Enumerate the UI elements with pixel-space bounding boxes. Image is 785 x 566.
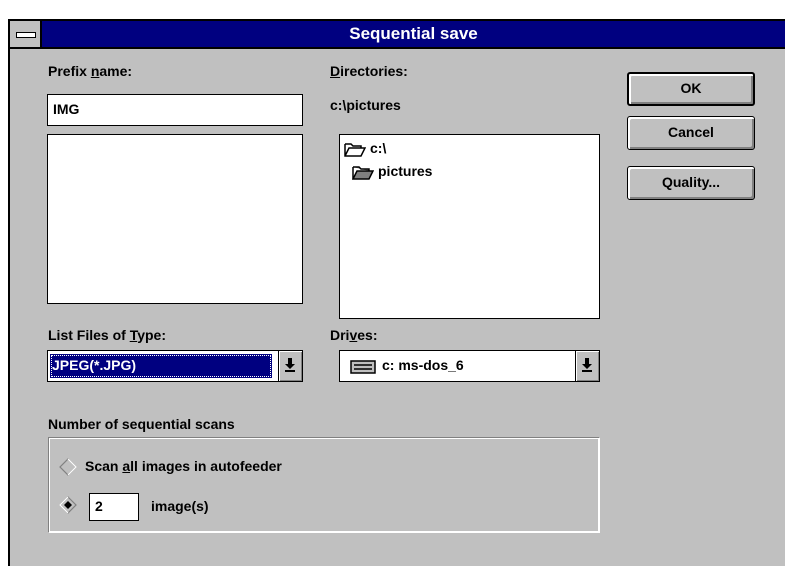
scan-count-value: 2 xyxy=(95,498,103,514)
radio-diamond-selected-icon xyxy=(59,496,77,514)
scan-count-suffix: image(s) xyxy=(151,498,209,514)
file-type-selection-highlight: JPEG(*.JPG) xyxy=(50,354,272,378)
radio-diamond-icon xyxy=(59,458,77,476)
scan-count-option[interactable] xyxy=(59,494,79,516)
file-type-dropdown[interactable]: JPEG(*.JPG) xyxy=(47,350,303,382)
cancel-button[interactable]: Cancel xyxy=(627,116,755,150)
file-type-label: List Files of Type: xyxy=(48,327,166,343)
file-type-selected: JPEG(*.JPG) xyxy=(52,357,137,373)
file-type-dropdown-button[interactable] xyxy=(278,351,302,381)
directory-item-root[interactable]: c:\ xyxy=(344,140,594,160)
drives-dropdown-button[interactable] xyxy=(575,351,599,381)
sequential-scans-group-label: Number of sequential scans xyxy=(48,416,235,432)
dialog-title: Sequential save xyxy=(349,24,478,43)
scan-count-input[interactable]: 2 xyxy=(89,493,139,521)
file-list[interactable] xyxy=(47,134,303,304)
prefix-name-value: IMG xyxy=(53,101,80,117)
drives-dropdown[interactable]: c: ms-dos_6 xyxy=(339,350,600,382)
scan-all-option[interactable]: Scan all images in autofeeder xyxy=(59,456,379,478)
sequential-save-dialog: Sequential save Prefix name: IMG Directo… xyxy=(8,19,785,566)
prefix-name-input[interactable]: IMG xyxy=(47,94,303,126)
drives-label: Drives: xyxy=(330,327,378,343)
ok-button[interactable]: OK xyxy=(627,72,755,106)
directory-item-label: pictures xyxy=(378,163,433,179)
sequential-scans-group: Scan all images in autofeeder 2 image(s) xyxy=(48,437,600,533)
system-menu-button[interactable] xyxy=(10,21,42,47)
system-menu-icon xyxy=(16,32,36,38)
scan-all-label: Scan all images in autofeeder xyxy=(85,458,282,474)
directory-item-pictures[interactable]: pictures xyxy=(352,163,592,183)
directory-list[interactable]: c:\ pictures xyxy=(339,134,600,319)
prefix-name-label: Prefix name: xyxy=(48,63,133,79)
dropdown-arrow-icon xyxy=(285,358,295,372)
directory-item-label: c:\ xyxy=(370,140,387,156)
title-bar: Sequential save xyxy=(10,21,785,49)
hard-drive-icon xyxy=(350,360,376,374)
drives-selected: c: ms-dos_6 xyxy=(382,357,464,373)
open-folder-icon xyxy=(344,143,366,157)
dropdown-arrow-icon xyxy=(582,358,592,372)
quality-button[interactable]: Quality... xyxy=(627,166,755,200)
current-directory-path: c:\pictures xyxy=(330,97,401,113)
directories-label: Directories: xyxy=(330,63,408,79)
open-folder-icon xyxy=(352,166,374,180)
